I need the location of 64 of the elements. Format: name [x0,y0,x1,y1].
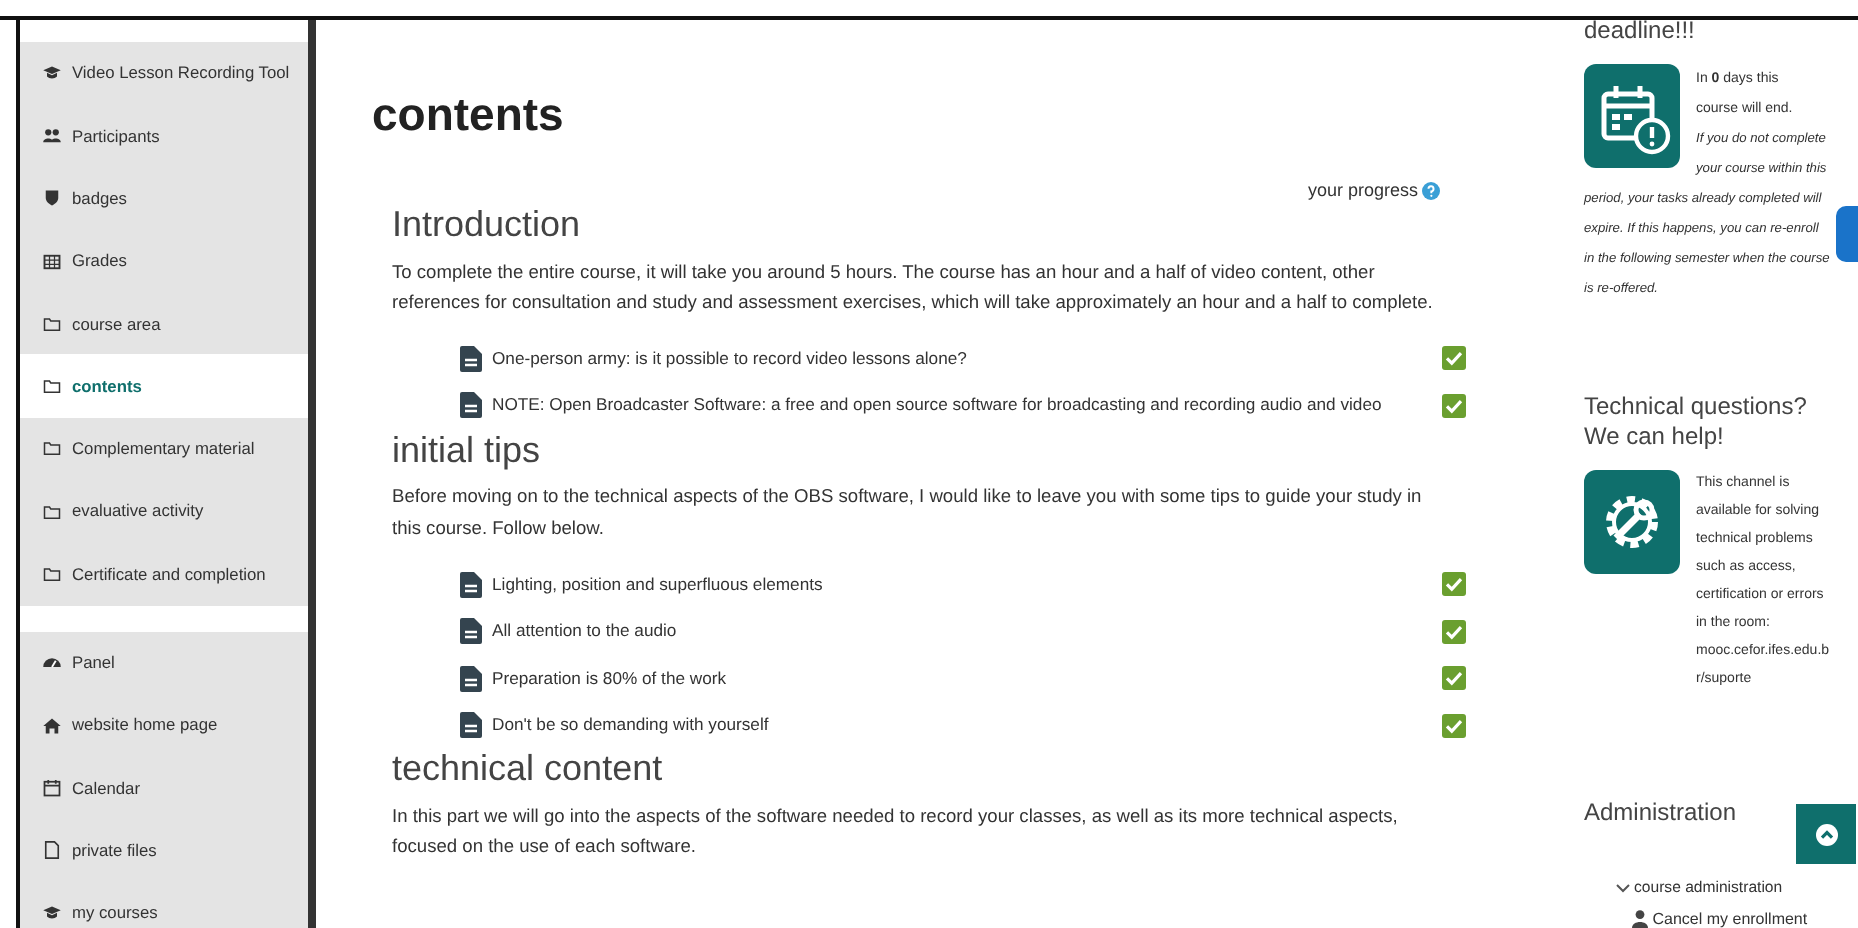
folder-icon [42,376,62,397]
completion-checkbox[interactable] [1442,572,1466,597]
completion-checkbox[interactable] [1442,619,1466,644]
sidebar-item[interactable]: my courses [20,881,308,928]
sidebar-item[interactable]: badges [20,167,308,230]
section-title: Introduction [392,204,583,248]
sidebar-item[interactable]: Participants [20,104,308,168]
tree-label: Cancel my enrollment [1652,910,1808,928]
sidebar-item[interactable]: contents [20,354,308,418]
folder-icon [42,501,62,522]
sidebar-item[interactable]: Complementary material [20,417,308,481]
gauge-icon [42,652,62,673]
calendar-icon [42,777,62,798]
sidebar-item[interactable]: evaluative activity [20,480,308,543]
completion-checkbox[interactable] [1442,346,1466,371]
section-summary: In this part we will go into the aspects of the software needed to record your classes, as well as its more technical aspects, focused on the use of each software. [392,803,1400,861]
tree-node[interactable]: Cancel my enrollment [1632,908,1808,928]
section-title: technical content [392,748,665,792]
shield-icon [42,188,62,209]
sidebar-item[interactable]: Video Lesson Recording Tool [20,42,308,105]
activity-link[interactable]: Don't be so demanding with yourself [492,712,1432,738]
block-title: deadline!!! [1584,16,1697,48]
document-icon [460,712,482,739]
caret-up-icon [1815,823,1837,845]
completion-checkbox[interactable] [1442,666,1466,691]
sidebar-item[interactable]: private files [20,819,308,882]
sidebar-item[interactable]: Panel [20,631,308,694]
user-icon [1632,910,1648,928]
cap-icon [42,903,62,923]
section-summary: Before moving on to the technical aspects of the OBS software, I would like to leave you with some tips to guide your study in this course. Follow below. [392,484,1424,542]
users-icon [42,125,62,146]
progress-label: your progress [1307,177,1418,204]
document-icon [460,571,482,598]
sidebar-item[interactable]: Calendar [20,756,308,820]
document-icon [460,665,482,692]
sidebar-item[interactable]: Certificate and completion [20,542,308,606]
back-to-top-button[interactable] [1796,804,1856,864]
sidebar-item[interactable]: course area [20,292,308,355]
activity-link[interactable]: One-person army: is it possible to record video lessons alone? [492,345,1432,372]
activity-link[interactable]: NOTE: Open Broadcaster Software: a free and open source software for broadcasting and recording audio and video [492,392,1432,419]
section-title: initial tips [392,429,543,473]
home-icon [42,715,62,736]
activity-link[interactable]: Preparation is 80% of the work [492,665,1432,691]
page-title: contents [372,88,566,144]
file-icon [42,840,62,861]
sidebar-item[interactable]: website home page [20,693,308,757]
folder-icon [42,438,62,459]
cap-icon [42,63,62,84]
section-summary: To complete the entire course, it will take you around 5 hours. The course has an hour and a half of video content, other references for consultation and study and assessment exercises, which will take approximately an hour and a half to complete. [392,259,1435,317]
activity-link[interactable]: Lighting, position and superfluous elements [492,571,1432,597]
sidebar-item[interactable]: Grades [20,229,308,293]
document-icon [460,345,482,372]
block-title: Administration [1584,797,1739,829]
folder-icon [42,564,62,585]
folder-icon [42,313,62,334]
document-icon [460,392,482,419]
table-icon [42,251,62,272]
completion-checkbox[interactable] [1442,713,1466,738]
activity-link[interactable]: All attention to the audio [492,618,1432,644]
block-title: Technical questions? We can help! [1584,391,1809,454]
document-icon [460,618,482,645]
help-icon[interactable] [1422,181,1440,200]
completion-checkbox[interactable] [1442,393,1466,418]
caret-icon [1616,878,1630,897]
